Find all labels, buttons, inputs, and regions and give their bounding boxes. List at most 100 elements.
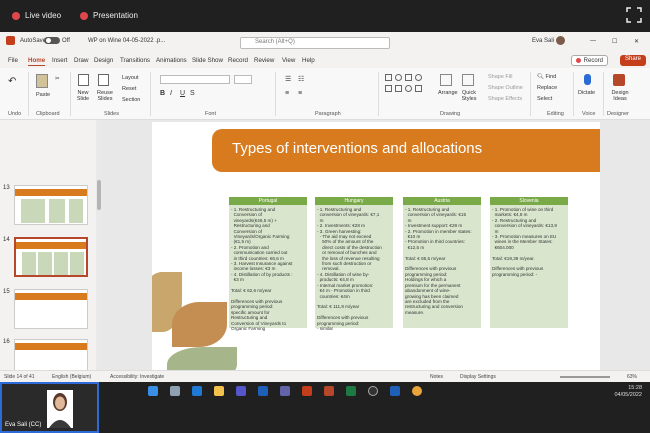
bullets-icon[interactable]: ☰ [285,75,291,83]
slide-thumbnail-selected[interactable] [14,237,88,277]
tab-file[interactable]: File [8,57,18,64]
cut-icon[interactable]: ✂ [55,76,60,82]
reuse-slides-icon[interactable] [98,74,109,86]
italic-icon[interactable]: I [170,90,172,97]
numbering-icon[interactable]: ☷ [298,75,304,83]
arrange-icon[interactable] [440,74,452,86]
layout-button[interactable]: Layout [122,75,139,81]
arrange-label[interactable]: Arrange [438,90,458,96]
excel-icon[interactable] [346,386,356,396]
live-video-tab[interactable]: Live video [12,11,61,20]
country-column-austria[interactable]: Austria - 1. Restructuring and conversio… [403,197,481,328]
edge-icon[interactable] [192,386,202,396]
avatar[interactable] [556,36,565,45]
rectangle-shape-icon[interactable] [385,74,392,81]
shape-fill-button[interactable]: Shape Fill [488,74,512,80]
rectangle-shape-icon[interactable] [415,85,422,92]
slide-thumbnail[interactable] [14,185,88,225]
underline-icon[interactable]: U [180,90,185,97]
dictate-label[interactable]: Dictate [578,90,595,96]
country-column-slovenia[interactable]: Slovenia - 1. Promotion of wine on third… [490,197,568,328]
clock-time: 15:28 [628,385,642,391]
store-icon[interactable] [236,386,246,396]
reset-button[interactable]: Reset [122,86,136,92]
tab-transitions[interactable]: Transitions [120,57,150,64]
tab-review[interactable]: Review [254,57,274,64]
slide-thumbnail[interactable] [14,289,88,329]
select-button[interactable]: Select [537,96,552,102]
word-icon[interactable] [390,386,400,396]
new-slide-icon[interactable] [78,74,89,86]
microphone-icon[interactable] [584,74,591,85]
system-clock[interactable]: 15:28 04/05/2022 [614,385,642,399]
find-button[interactable]: 🔍︎ Find [537,74,556,80]
tab-help[interactable]: Help [302,57,315,64]
shape-outline-button[interactable]: Shape Outline [488,85,523,91]
oval-shape-icon[interactable] [405,85,412,92]
tab-record[interactable]: Record [228,57,248,64]
section-button[interactable]: Section [122,97,140,103]
clock-app-icon[interactable] [368,386,378,396]
zoom-level[interactable]: 63% [627,374,637,380]
tab-home[interactable]: Home [28,57,46,66]
font-size-select[interactable] [234,75,252,84]
record-button[interactable]: Record [570,55,608,66]
quick-styles-label[interactable]: Quick Styles [459,90,479,102]
maximize-icon[interactable]: ☐ [612,38,617,45]
bold-icon[interactable]: B [160,90,165,97]
close-icon[interactable]: ✕ [634,38,639,45]
tab-design[interactable]: Design [94,57,113,64]
teams-icon[interactable] [280,386,290,396]
design-ideas-icon[interactable] [613,74,625,86]
slide-thumbnail[interactable] [14,339,88,370]
tab-insert[interactable]: Insert [52,57,67,64]
notes-button[interactable]: Notes [430,374,443,380]
align-center-icon[interactable]: ≡ [298,90,302,97]
share-button[interactable]: Share [619,55,646,66]
rectangle-shape-icon[interactable] [385,85,392,92]
rectangle-shape-icon[interactable] [405,74,412,81]
new-slide-label[interactable]: New Slide [74,90,92,102]
zoom-slider[interactable] [560,376,610,378]
tab-view[interactable]: View [282,57,295,64]
webcam-label: Eva Sali (CC) [5,422,42,428]
chrome-icon[interactable] [412,386,422,396]
search-input[interactable]: Search (Alt+Q) [240,37,390,49]
rectangle-shape-icon[interactable] [395,85,402,92]
paste-icon[interactable] [36,74,48,88]
oval-shape-icon[interactable] [415,74,422,81]
paste-label[interactable]: Paste [36,92,50,98]
font-name-select[interactable] [160,75,230,84]
file-name[interactable]: WP on Wine 04-05-2022 .p... [88,38,165,44]
align-left-icon[interactable]: ≡ [285,90,289,97]
reuse-slides-label[interactable]: Reuse Slides [96,90,114,102]
powerpoint-icon[interactable] [302,386,312,396]
shape-effects-button[interactable]: Shape Effects [488,96,522,102]
pdf-icon[interactable] [324,386,334,396]
windows-start-icon[interactable] [148,386,158,396]
autosave-toggle[interactable] [44,37,60,44]
strikethrough-icon[interactable]: S [190,90,195,97]
accessibility-status[interactable]: Accessibility: Investigate [110,374,164,380]
webcam-preview[interactable]: Eva Sali (CC) [0,382,99,433]
language-indicator[interactable]: English (Belgium) [52,374,91,380]
undo-icon[interactable]: ↶ [8,76,16,87]
oval-shape-icon[interactable] [395,74,402,81]
country-column-portugal[interactable]: Portugal - 1. Restructuring and Conversi… [229,197,307,331]
expand-icon[interactable] [626,7,642,23]
replace-button[interactable]: Replace [537,85,557,91]
design-ideas-label[interactable]: Design Ideas [607,90,633,102]
search-icon[interactable] [170,386,180,396]
outlook-icon[interactable] [258,386,268,396]
country-column-hungary[interactable]: Hungary - 1. Restructuring and conversio… [315,197,393,331]
file-explorer-icon[interactable] [214,386,224,396]
tab-animations[interactable]: Animations [156,57,187,64]
presentation-tab[interactable]: Presentation [80,11,138,20]
quick-styles-icon[interactable] [462,74,474,86]
tab-draw[interactable]: Draw [74,57,88,64]
minimize-icon[interactable]: — [590,38,596,44]
slide-title[interactable]: Types of interventions and allocations [232,140,482,157]
tab-slide-show[interactable]: Slide Show [192,57,223,64]
slide[interactable]: Types of interventions and allocations P… [152,122,600,374]
display-settings-button[interactable]: Display Settings [460,374,496,380]
